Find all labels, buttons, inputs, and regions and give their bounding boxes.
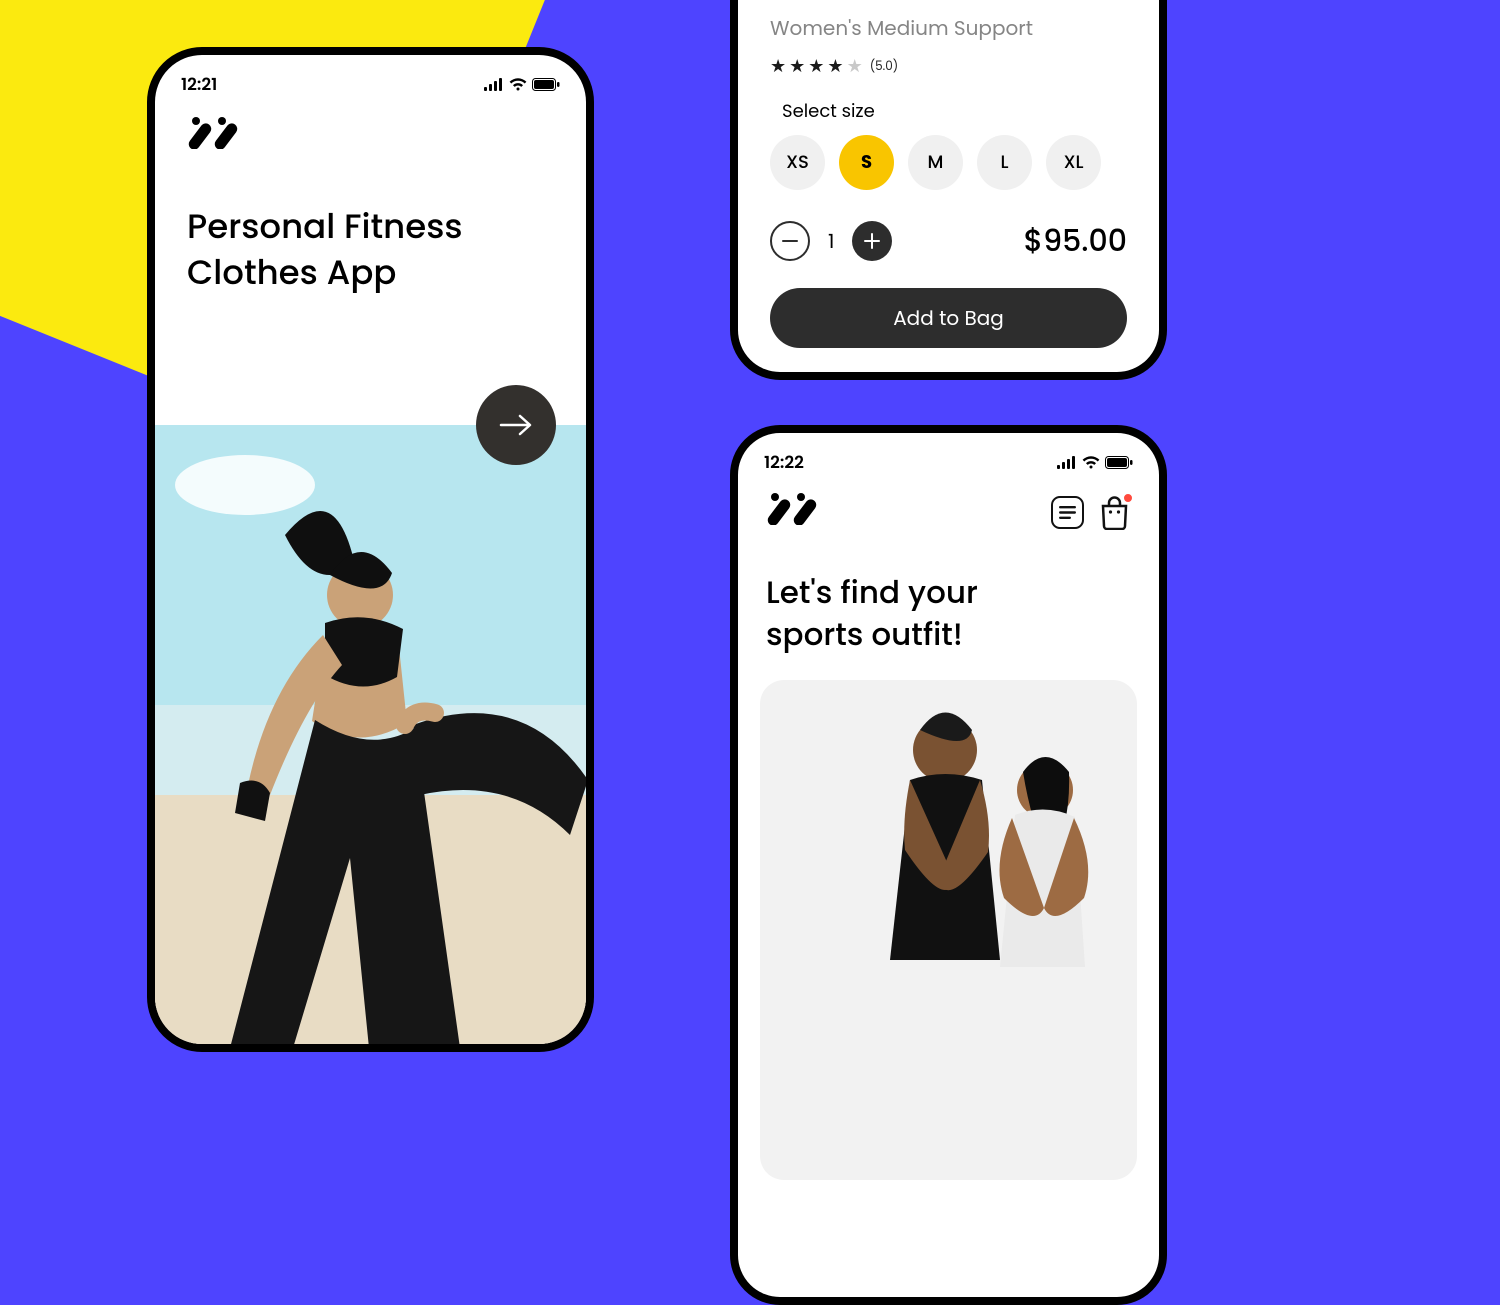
star-icon: ★ [827, 53, 843, 80]
size-option-xs[interactable]: XS [770, 135, 825, 190]
onboarding-title: Personal Fitness Clothes App [187, 204, 554, 296]
phone-frame-product: Women's Medium Support ★ ★ ★ ★ ★ (5.0) S… [730, 0, 1167, 380]
app-logo [187, 117, 239, 156]
star-icon: ★ [847, 53, 863, 80]
quantity-decrease-button[interactable] [770, 221, 810, 261]
phone-frame-onboarding: 12:21 Personal Fitness Clothes App [147, 47, 594, 1052]
status-indicators [484, 78, 560, 91]
quantity-increase-button[interactable] [852, 221, 892, 261]
size-option-m[interactable]: M [908, 135, 963, 190]
size-selector: XS S M L XL [770, 135, 1127, 190]
select-size-label: Select size [782, 98, 1127, 125]
star-icon: ★ [789, 53, 805, 80]
battery-icon [532, 78, 560, 91]
home-title: Let's find your sports outfit! [766, 572, 1131, 656]
onboarding-title-line2: Clothes App [187, 248, 396, 296]
status-indicators [1057, 456, 1133, 469]
size-option-xl[interactable]: XL [1046, 135, 1101, 190]
minus-icon [782, 240, 798, 242]
size-option-s[interactable]: S [839, 135, 894, 190]
status-bar: 12:21 [155, 55, 586, 107]
home-title-line1: Let's find your [766, 570, 978, 614]
cellular-icon [1057, 456, 1077, 469]
quantity-value: 1 [828, 226, 834, 256]
phone-frame-home: 12:22 Let's find your sports o [730, 425, 1167, 1305]
app-logo [766, 493, 818, 532]
wifi-icon [509, 78, 527, 91]
home-hero-image [760, 680, 1137, 1180]
home-title-line2: sports outfit! [766, 612, 963, 656]
cellular-icon [484, 78, 504, 91]
plus-icon [864, 233, 880, 249]
wifi-icon [1082, 456, 1100, 469]
star-icon: ★ [770, 53, 786, 80]
size-option-l[interactable]: L [977, 135, 1032, 190]
status-time: 12:21 [181, 71, 217, 97]
arrow-right-icon [499, 413, 533, 437]
add-to-bag-label: Add to Bag [893, 303, 1004, 333]
status-time: 12:22 [764, 449, 804, 475]
star-icon: ★ [808, 53, 824, 80]
menu-button[interactable] [1051, 496, 1084, 529]
notification-dot [1122, 492, 1134, 504]
product-subtitle: Women's Medium Support [770, 13, 1127, 43]
next-button[interactable] [476, 385, 556, 465]
list-icon [1059, 506, 1076, 519]
product-rating: ★ ★ ★ ★ ★ (5.0) [770, 53, 1127, 80]
quantity-stepper: 1 [770, 221, 892, 261]
add-to-bag-button[interactable]: Add to Bag [770, 288, 1127, 348]
onboarding-title-line1: Personal Fitness [187, 202, 463, 250]
status-bar: 12:22 [738, 433, 1159, 485]
rating-score: (5.0) [870, 58, 899, 76]
product-price: $95.00 [1024, 218, 1127, 264]
onboarding-hero-image [155, 425, 586, 1044]
battery-icon [1105, 456, 1133, 469]
shopping-bag-button[interactable] [1098, 495, 1131, 530]
